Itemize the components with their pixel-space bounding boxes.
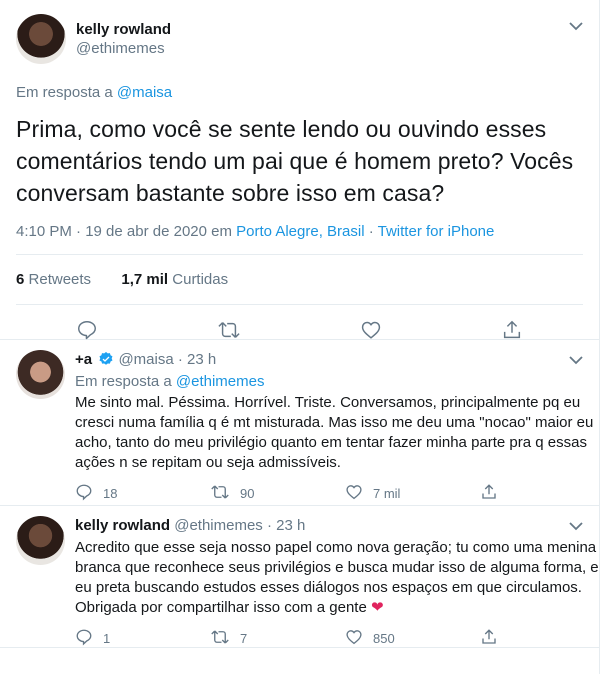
retweet-icon	[210, 483, 230, 504]
author-block[interactable]: kelly rowland @ethimemes	[76, 20, 171, 58]
main-tweet-header: kelly rowland @ethimemes	[16, 14, 583, 64]
tweet-stats: 6 Retweets 1,7 mil Curtidas	[16, 255, 583, 305]
retweet-button[interactable]: 7	[210, 628, 345, 649]
author-name[interactable]: kelly rowland	[76, 20, 171, 39]
retweet-count: 7	[240, 631, 248, 646]
verified-badge-icon	[98, 351, 114, 373]
retweets-stat[interactable]: 6 Retweets	[16, 271, 91, 288]
like-icon	[345, 628, 363, 649]
like-button[interactable]: 850	[345, 628, 480, 649]
tweet-meta: 4:10 PM · 19 de abr de 2020 em Porto Ale…	[16, 223, 583, 255]
source-link[interactable]: Twitter for iPhone	[378, 223, 495, 240]
like-icon	[345, 483, 363, 504]
main-actions	[16, 305, 583, 341]
meta-separator: ·	[368, 223, 374, 240]
tweet-text: Prima, como você se sente lendo ou ouvin…	[16, 116, 574, 206]
reply-button[interactable]: 18	[75, 483, 210, 504]
share-button[interactable]	[480, 628, 608, 649]
reply-actions: 18 90 7 mil	[75, 483, 608, 504]
like-count: 7 mil	[373, 486, 401, 501]
reply-time[interactable]: · 23 h	[178, 351, 216, 368]
author-name[interactable]: kelly rowland	[75, 517, 170, 534]
share-icon[interactable]	[501, 319, 523, 341]
likes-label: Curtidas	[172, 271, 229, 288]
reply-tweet-2[interactable]: kelly rowland @ethimemes · 23 h Acredito…	[0, 506, 599, 648]
reply-to-link[interactable]: @ethimemes	[176, 373, 265, 390]
avatar[interactable]	[16, 350, 65, 399]
share-button[interactable]	[480, 483, 608, 504]
likes-count: 1,7 mil	[121, 271, 169, 288]
reply-header: kelly rowland @ethimemes · 23 h	[75, 516, 608, 536]
tweet-thread: kelly rowland @ethimemes Em resposta a @…	[0, 0, 600, 674]
author-handle[interactable]: @ethimemes	[76, 39, 171, 58]
heart-emoji: ❤	[370, 599, 384, 616]
reply-count: 1	[103, 631, 111, 646]
like-icon[interactable]	[360, 319, 382, 341]
reply-time[interactable]: · 23 h	[267, 517, 305, 534]
reply-context: Em resposta a @maisa	[16, 84, 583, 101]
main-tweet[interactable]: kelly rowland @ethimemes Em resposta a @…	[0, 0, 599, 340]
reply-to-link[interactable]: @maisa	[117, 84, 172, 101]
reply-tweet-1[interactable]: +a @maisa · 23 h Em resposta a @ethimeme…	[0, 340, 599, 506]
retweet-icon	[210, 628, 230, 649]
avatar[interactable]	[16, 14, 66, 64]
chevron-down-icon[interactable]	[569, 518, 583, 534]
reply-icon	[75, 483, 93, 504]
reply-count: 18	[103, 486, 118, 501]
retweet-button[interactable]: 90	[210, 483, 345, 504]
reply-prefix: Em resposta a	[16, 84, 113, 101]
reply-button[interactable]: 1	[75, 628, 210, 649]
retweet-icon[interactable]	[217, 319, 241, 341]
reply-text: Acredito que esse seja nosso papel como …	[75, 538, 608, 618]
chevron-down-icon[interactable]	[569, 18, 583, 34]
likes-stat[interactable]: 1,7 mil Curtidas	[121, 271, 228, 288]
retweet-count: 90	[240, 486, 255, 501]
reply-body: +a @maisa · 23 h Em resposta a @ethimeme…	[75, 350, 608, 505]
chevron-down-icon[interactable]	[569, 352, 583, 368]
share-icon	[480, 483, 498, 504]
reply-text: Me sinto mal. Péssima. Horrível. Triste.…	[75, 394, 594, 471]
reply-icon	[75, 628, 93, 649]
reply-text-body: Acredito que esse seja nosso papel como …	[75, 539, 599, 616]
reply-prefix: Em resposta a	[75, 373, 172, 390]
reply-header: +a @maisa · 23 h	[75, 350, 608, 373]
reply-body: kelly rowland @ethimemes · 23 h Acredito…	[75, 516, 608, 647]
avatar[interactable]	[16, 516, 65, 565]
reply-context: Em resposta a @ethimemes	[75, 373, 608, 391]
reply-icon[interactable]	[76, 319, 98, 341]
like-button[interactable]: 7 mil	[345, 483, 480, 504]
location-link[interactable]: Porto Alegre, Brasil	[236, 223, 364, 240]
tweet-timestamp[interactable]: 4:10 PM · 19 de abr de 2020 em	[16, 223, 232, 240]
like-count: 850	[373, 631, 395, 646]
author-handle[interactable]: @ethimemes	[174, 517, 263, 534]
reply-actions: 1 7 850	[75, 628, 608, 649]
share-icon	[480, 628, 498, 649]
author-name[interactable]: +a	[75, 351, 92, 368]
retweets-label: Retweets	[28, 271, 92, 288]
retweets-count: 6	[16, 271, 25, 288]
author-handle[interactable]: @maisa	[118, 351, 173, 368]
